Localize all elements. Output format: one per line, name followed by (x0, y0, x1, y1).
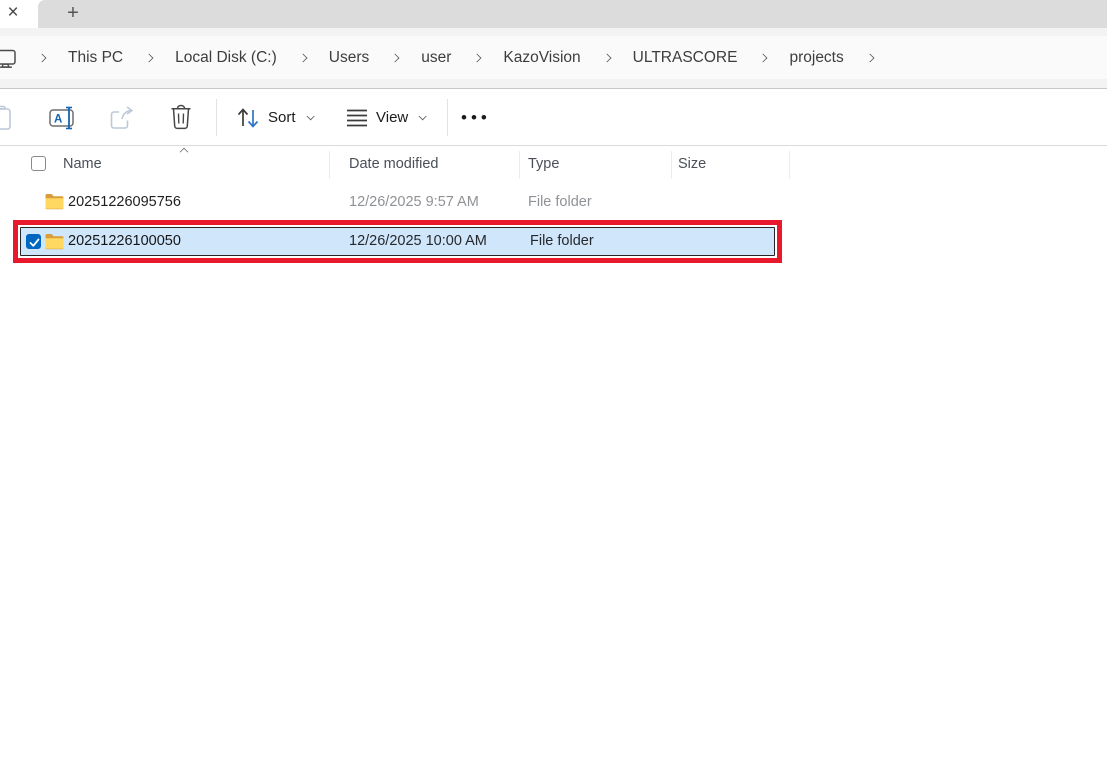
chevron-right-icon (602, 53, 611, 62)
file-name: 20251226095756 (68, 187, 181, 218)
file-explorer-window: + × This PC Local Disk (C:) (0, 0, 1107, 781)
sort-button[interactable]: Sort (236, 89, 313, 146)
folder-icon (45, 233, 64, 250)
column-divider[interactable] (789, 151, 790, 179)
breadcrumb-item-kazovision[interactable]: KazoVision (501, 45, 582, 71)
chevron-down-icon (419, 112, 427, 120)
tab-close-icon[interactable]: × (3, 1, 23, 25)
column-header-date-modified[interactable]: Date modified (349, 156, 438, 172)
list-header: Name Date modified Type Size (0, 147, 790, 182)
breadcrumb-item-local-disk[interactable]: Local Disk (C:) (173, 45, 279, 71)
chevron-right-icon (865, 53, 874, 62)
breadcrumb-item-ultrascore[interactable]: ULTRASCORE (631, 45, 740, 71)
file-date-modified: 12/26/2025 10:00 AM (349, 228, 487, 255)
new-tab-button[interactable]: + (60, 0, 86, 26)
folder-icon (45, 193, 64, 210)
breadcrumb-item-users[interactable]: Users (327, 45, 371, 71)
breadcrumb: This PC Local Disk (C:) Users user KazoV… (0, 36, 894, 79)
chevron-down-icon (306, 112, 314, 120)
breadcrumb-item-projects[interactable]: projects (787, 45, 845, 71)
toolbar-separator (447, 99, 448, 136)
file-type: File folder (528, 187, 592, 218)
active-tab[interactable]: × (0, 0, 38, 28)
toolbar-separator (216, 99, 217, 136)
paste-icon[interactable] (0, 89, 14, 146)
view-label: View (376, 109, 408, 126)
annotation-highlight-box: 20251226100050 12/26/2025 10:00 AM File … (13, 220, 782, 263)
file-row[interactable]: 20251226095756 12/26/2025 9:57 AM File f… (0, 187, 770, 218)
sort-ascending-icon (180, 148, 188, 156)
rename-icon[interactable]: A (49, 89, 77, 146)
trash-icon[interactable] (168, 89, 194, 146)
chevron-right-icon (473, 53, 482, 62)
breadcrumb-item-user[interactable]: user (419, 45, 453, 71)
view-button[interactable]: View (346, 89, 425, 146)
command-toolbar: A (0, 89, 1107, 146)
chevron-right-icon (298, 53, 307, 62)
column-divider[interactable] (519, 151, 520, 179)
file-date-modified: 12/26/2025 9:57 AM (349, 187, 479, 218)
file-row-selected[interactable]: 20251226100050 12/26/2025 10:00 AM File … (20, 227, 775, 256)
row-checkbox-checked[interactable] (26, 234, 41, 249)
column-divider[interactable] (329, 151, 330, 179)
this-pc-icon (0, 47, 18, 69)
chevron-right-icon (38, 53, 47, 62)
share-icon[interactable] (109, 89, 136, 146)
column-divider[interactable] (671, 151, 672, 179)
sort-label: Sort (268, 109, 296, 126)
sort-arrows-icon (236, 106, 260, 130)
chevron-right-icon (145, 53, 154, 62)
file-type: File folder (530, 228, 594, 255)
more-ellipsis-icon: ••• (461, 108, 491, 128)
more-options-button[interactable]: ••• (461, 89, 491, 146)
view-lines-icon (346, 107, 368, 129)
column-header-type[interactable]: Type (528, 156, 559, 172)
svg-text:A: A (54, 113, 62, 125)
breadcrumb-item-this-pc[interactable]: This PC (66, 45, 125, 71)
select-all-checkbox[interactable] (31, 156, 46, 171)
column-header-size[interactable]: Size (678, 156, 706, 172)
chevron-right-icon (759, 53, 768, 62)
chevron-right-icon (391, 53, 400, 62)
file-name: 20251226100050 (68, 228, 181, 255)
column-header-name[interactable]: Name (63, 156, 102, 172)
address-bar: This PC Local Disk (C:) Users user KazoV… (0, 28, 1107, 89)
tab-bar: + × (0, 0, 1107, 28)
tab-strip: + (38, 0, 1107, 28)
